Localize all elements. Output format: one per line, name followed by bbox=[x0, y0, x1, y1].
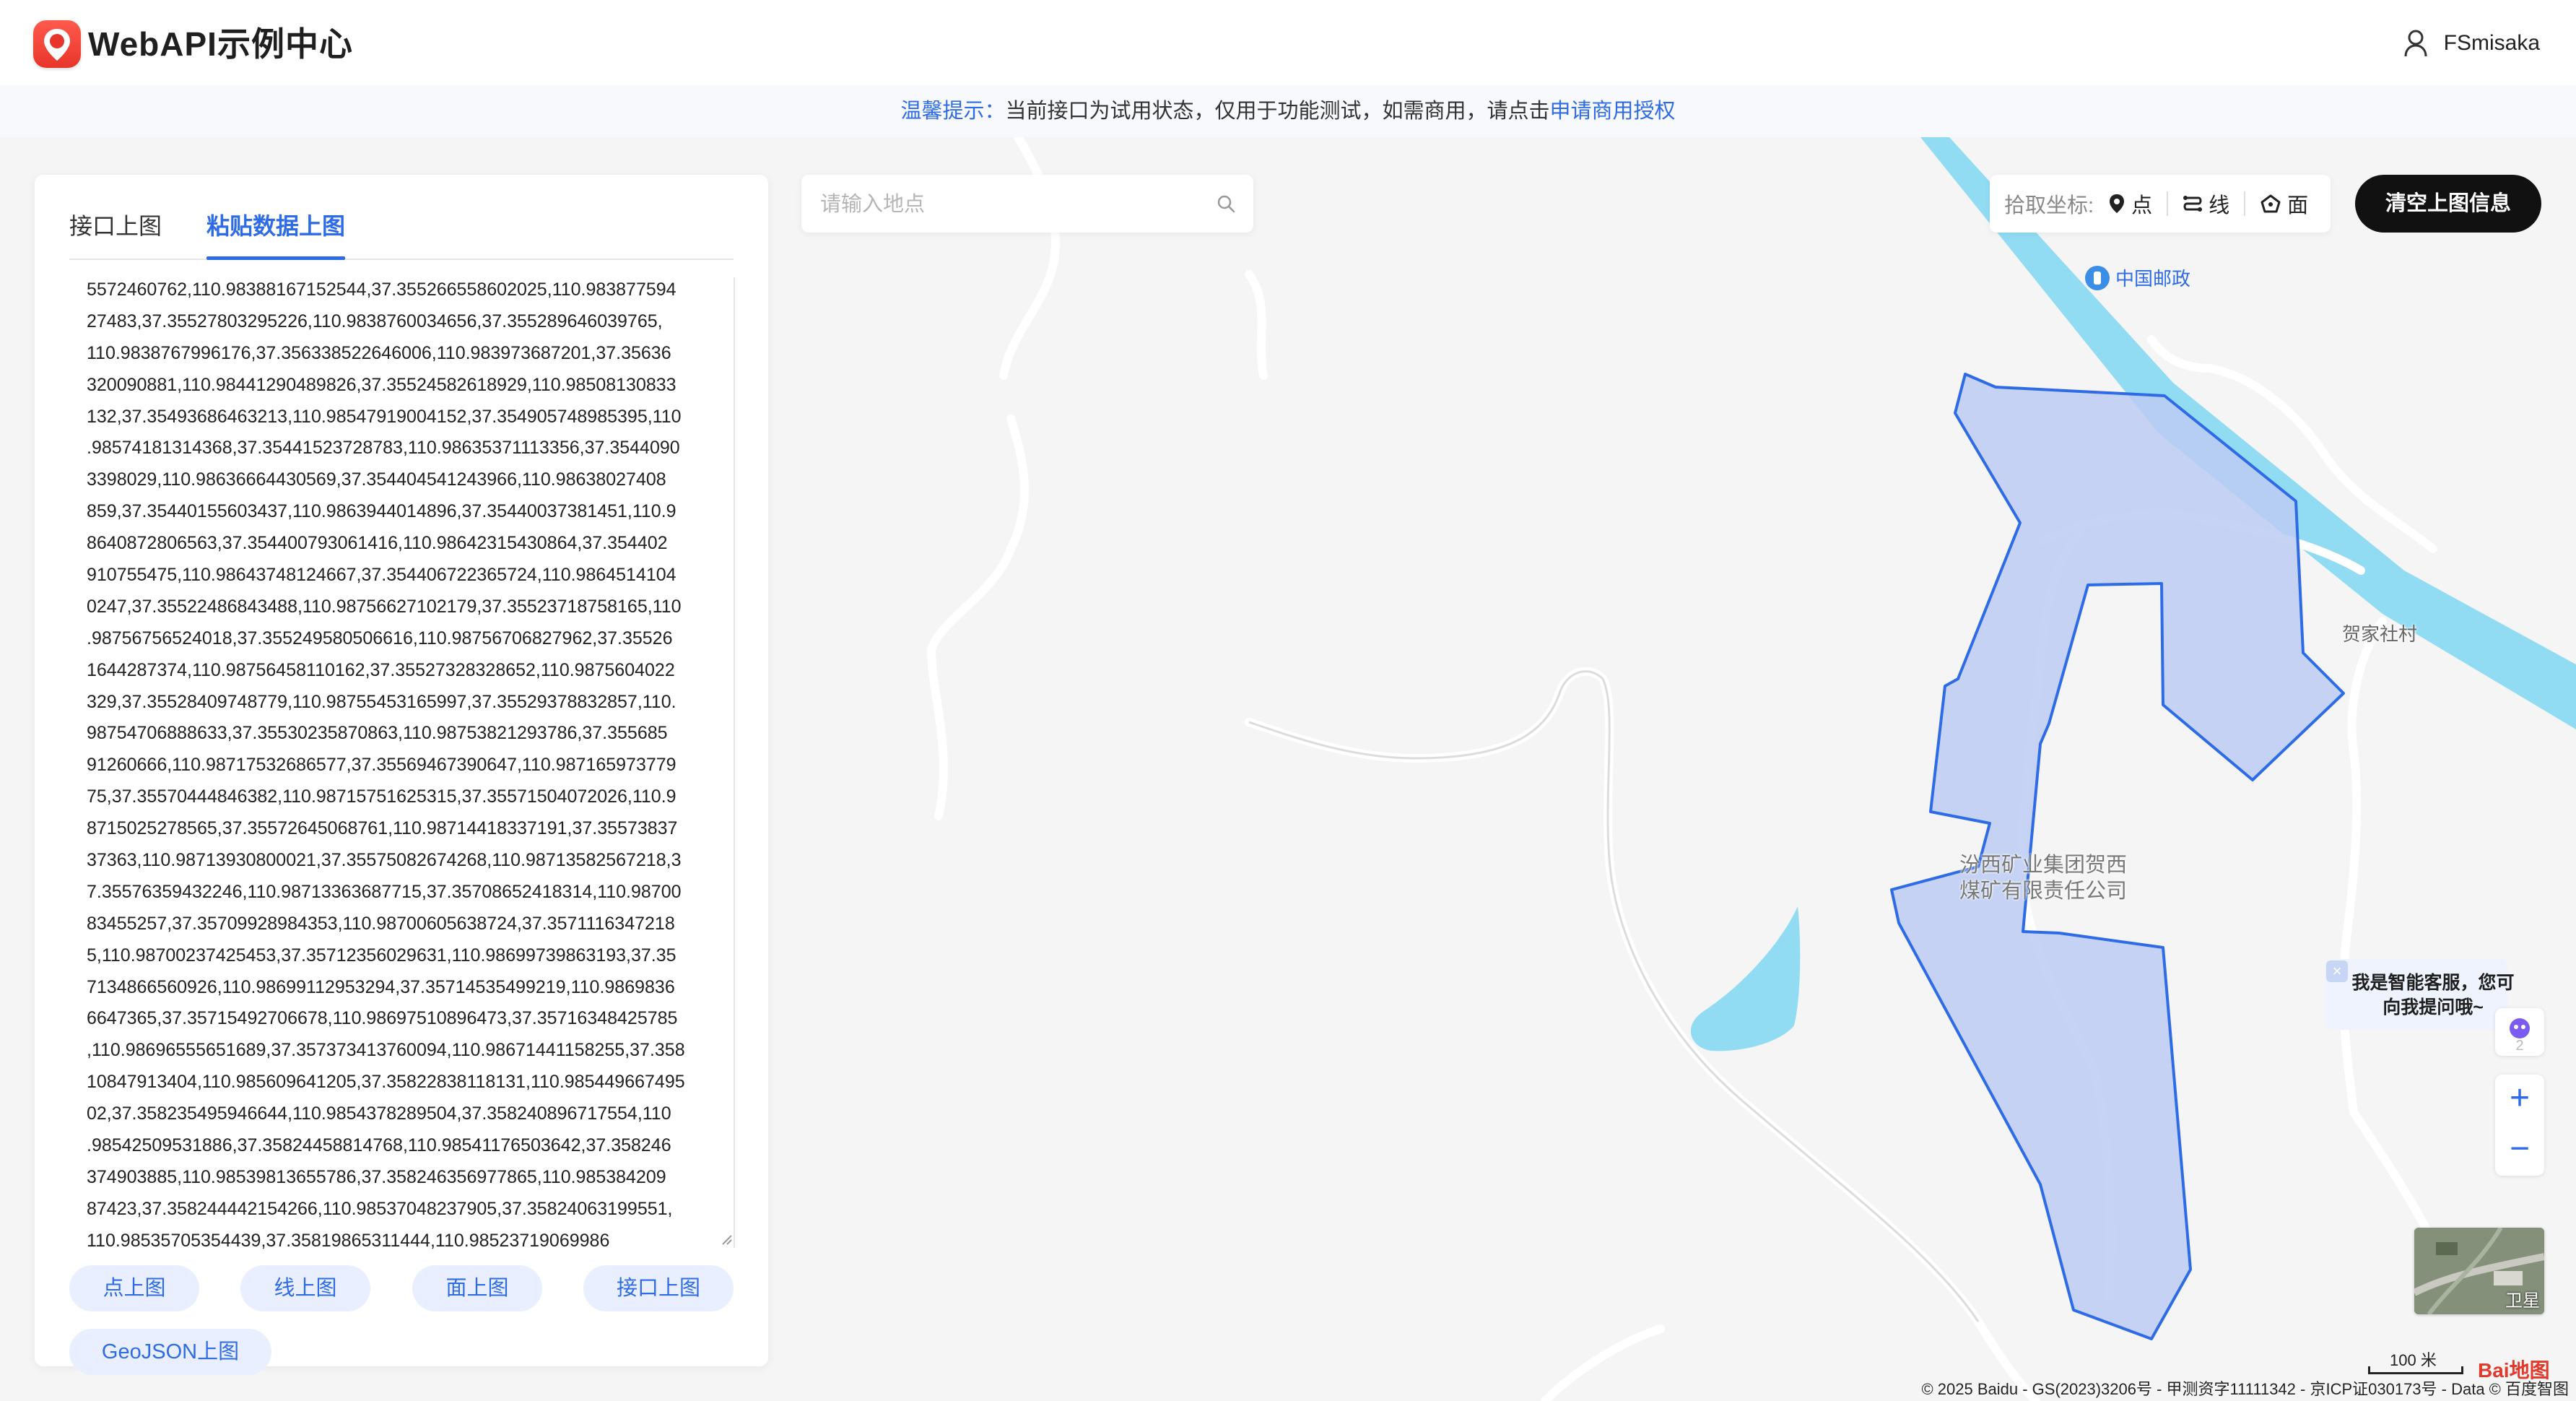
coordinate-line: 91260666,110.98717532686577,37.355694673… bbox=[87, 755, 676, 776]
zoom-in-icon[interactable]: + bbox=[2495, 1075, 2544, 1125]
resize-handle-icon[interactable] bbox=[721, 1233, 732, 1245]
zoom-out-icon[interactable]: − bbox=[2495, 1125, 2544, 1176]
coordinate-line: 98754706888633,37.35530235870863,110.987… bbox=[87, 723, 668, 744]
coordinate-line: .98756756524018,37.355249580506616,110.9… bbox=[87, 628, 673, 649]
polyline-icon bbox=[2183, 196, 2203, 212]
divider bbox=[2244, 191, 2246, 216]
copyright-text: © 2025 Baidu - GS(2023)3206号 - 甲测资字11111… bbox=[1921, 1380, 2569, 1398]
poi-postal-label: 中国邮政 bbox=[2115, 268, 2191, 290]
pond bbox=[1690, 906, 1801, 1051]
close-icon[interactable]: × bbox=[2326, 960, 2348, 982]
company-label: 汾西矿业集团贺西煤矿有限责任公司 bbox=[1959, 854, 2127, 903]
coordinate-line: 75,37.35570444846382,110.98715751625315,… bbox=[87, 786, 676, 807]
clear-map-button[interactable]: 清空上图信息 bbox=[2355, 175, 2541, 233]
coordinate-line: .98574181314368,37.35441523728783,110.98… bbox=[87, 438, 680, 459]
search-input[interactable] bbox=[819, 188, 1197, 221]
coordinate-line: .98542509531886,37.35824458814768,110.98… bbox=[87, 1135, 671, 1156]
coordinate-line: 8640872806563,37.354400793061416,110.986… bbox=[87, 533, 668, 554]
coordinate-line: ,110.98696555651689,37.357373413760094,1… bbox=[87, 1040, 685, 1061]
coordinate-line: 7.35576359432246,110.98713363687715,37.3… bbox=[87, 881, 682, 902]
notice-text: 当前接口为试用状态，仅用于功能测试，如需商用，请点击 bbox=[1005, 100, 1550, 123]
village-label: 贺家社村 bbox=[2342, 623, 2418, 645]
coordinate-line: 87423,37.358244442154266,110.98537048237… bbox=[87, 1198, 673, 1219]
baidu-map-logo-icon[interactable] bbox=[33, 20, 81, 68]
coordinate-line: 329,37.35528409748779,110.98755453165997… bbox=[87, 691, 676, 712]
pick-line-label: 线 bbox=[2209, 194, 2230, 217]
polygon-icon bbox=[2260, 194, 2281, 213]
search-icon[interactable] bbox=[1216, 194, 1236, 214]
coordinate-line: 7134866560926,110.98699112953294,37.3571… bbox=[87, 976, 675, 997]
coordinate-line: 859,37.35440155603437,110.9863944014896,… bbox=[87, 501, 676, 522]
pick-point-label: 点 bbox=[2131, 194, 2153, 217]
coordinate-line: 02,37.358235495946644,110.9854378289504,… bbox=[87, 1103, 671, 1124]
poi-china-post[interactable]: 中国邮政 bbox=[2085, 264, 2190, 291]
line-upload-button[interactable]: 线上图 bbox=[240, 1265, 370, 1311]
coordinate-line: 6647365,37.35715492706678,110.9869751089… bbox=[87, 1008, 678, 1029]
smart-assistant-bubble[interactable]: × 我是智能客服，您可向我提问哦~ bbox=[2325, 959, 2515, 1030]
user-menu[interactable]: FSmisaka bbox=[2403, 26, 2540, 61]
assistant-bot-button[interactable]: 2 bbox=[2495, 1008, 2544, 1056]
polygon-upload-button[interactable]: 面上图 bbox=[412, 1265, 542, 1311]
top-header: WebAPI示例中心 FSmisaka bbox=[0, 0, 2576, 85]
tab-api-upload[interactable]: 接口上图 bbox=[69, 208, 162, 241]
scale-line bbox=[2368, 1366, 2463, 1374]
username: FSmisaka bbox=[2443, 31, 2540, 55]
coordinate-line: 10847913404,110.985609641205,37.35822838… bbox=[87, 1072, 685, 1093]
point-upload-button[interactable]: 点上图 bbox=[69, 1265, 199, 1311]
svg-text:2: 2 bbox=[2515, 1038, 2523, 1054]
coordinate-line: 8715025278565,37.35572645068761,110.9871… bbox=[87, 818, 678, 839]
coordinate-line: 37363,110.98713930800021,37.355750826742… bbox=[87, 850, 682, 871]
coordinate-line: 320090881,110.98441290489826,37.35524582… bbox=[87, 374, 676, 395]
pick-line-button[interactable]: 线 bbox=[2183, 188, 2229, 219]
user-icon bbox=[2404, 30, 2427, 57]
coordinate-line: 1644287374,110.98756458110162,37.3552732… bbox=[87, 659, 675, 680]
coordinate-line: 83455257,37.35709928984353,110.987006056… bbox=[87, 913, 675, 934]
road-casing bbox=[1248, 670, 1980, 1322]
pick-polygon-label: 面 bbox=[2287, 194, 2309, 217]
site-title[interactable]: WebAPI示例中心 bbox=[88, 20, 353, 68]
post-pin-icon bbox=[2085, 265, 2110, 290]
pick-point-button[interactable]: 点 bbox=[2108, 188, 2152, 219]
coordinate-line: 5572460762,110.98388167152544,37.3552665… bbox=[87, 279, 676, 300]
notice-label: 温馨提示： bbox=[900, 100, 1006, 123]
coordinate-line: 910755475,110.98643748124667,37.35440672… bbox=[87, 565, 676, 586]
assistant-text: 我是智能客服，您可向我提问哦~ bbox=[2351, 973, 2515, 1018]
place-search bbox=[801, 175, 1253, 233]
api-upload-button[interactable]: 接口上图 bbox=[583, 1265, 734, 1311]
robot-icon: 2 bbox=[2510, 1018, 2530, 1054]
coordinate-line: 3398029,110.98636664430569,37.3544045412… bbox=[87, 469, 666, 490]
location-pin-icon bbox=[2110, 194, 2125, 213]
panel-tabs: 接口上图 粘贴数据上图 bbox=[69, 188, 734, 260]
coordinate-line: 132,37.35493686463213,110.98547919004152… bbox=[87, 406, 682, 427]
coordinate-line: 110.9838767996176,37.356338522646006,110… bbox=[87, 342, 671, 363]
coordinate-text: 5572460762,110.98388167152544,37.3552665… bbox=[87, 274, 722, 1257]
pick-coordinate-bar: 拾取坐标: 点 线 面 bbox=[1990, 175, 2331, 233]
coordinate-line: 374903885,110.98539813655786,37.35824635… bbox=[87, 1166, 666, 1187]
pick-polygon-button[interactable]: 面 bbox=[2260, 188, 2308, 219]
geojson-upload-button[interactable]: GeoJSON上图 bbox=[69, 1329, 271, 1375]
pick-label: 拾取坐标: bbox=[2004, 194, 2094, 217]
coordinate-line: 0247,37.35522486843488,110.9875662710217… bbox=[87, 596, 682, 617]
active-tab-indicator bbox=[206, 256, 345, 260]
satellite-label: 卫星 bbox=[2505, 1291, 2540, 1311]
zoom-control: + − bbox=[2495, 1075, 2544, 1176]
notice-bar: 温馨提示：当前接口为试用状态，仅用于功能测试，如需商用，请点击申请商用授权 bbox=[0, 85, 2576, 137]
divider bbox=[2167, 191, 2169, 216]
scale-bar: 100 米 bbox=[2368, 1348, 2463, 1376]
tab-paste-data[interactable]: 粘贴数据上图 bbox=[206, 208, 345, 241]
road-network bbox=[927, 137, 2437, 1401]
coordinate-line: 110.98535705354439,37.35819865311444,110… bbox=[87, 1230, 610, 1251]
coordinate-line: 5,110.98700237425453,37.35712356029631,1… bbox=[87, 945, 676, 966]
satellite-toggle[interactable]: 卫星 bbox=[2414, 1228, 2544, 1314]
apply-license-link[interactable]: 申请商用授权 bbox=[1550, 100, 1676, 123]
coordinate-line: 27483,37.35527803295226,110.983876003465… bbox=[87, 311, 663, 331]
